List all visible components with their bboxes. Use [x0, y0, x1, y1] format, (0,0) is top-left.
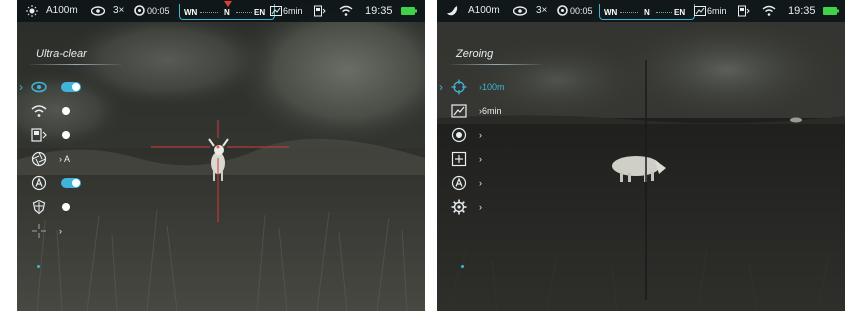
- aperture-value-text: A: [64, 154, 71, 164]
- a-circle-icon: [31, 175, 47, 191]
- display-icon: [738, 5, 750, 17]
- compass: WN N EN: [599, 4, 695, 20]
- zoom-readout: 3×: [536, 5, 548, 16]
- clock-readout: 19:35: [365, 5, 393, 17]
- compass-marker: [224, 1, 232, 7]
- range-readout: A100m: [468, 5, 500, 16]
- selection-arrow-icon: ›: [439, 80, 443, 94]
- aperture-icon: [31, 151, 47, 167]
- menu-item-reticle-style[interactable]: ›: [437, 125, 557, 145]
- gear-icon: [451, 199, 467, 215]
- dot-circle-icon: [451, 127, 467, 143]
- menu-item-settings[interactable]: ›: [437, 197, 557, 217]
- picture-icon: [451, 103, 467, 119]
- recording-icon: [270, 6, 282, 16]
- menu-title: Zeroing: [456, 48, 494, 60]
- menu-item-auto[interactable]: ›: [437, 173, 557, 193]
- crosshair-icon: [31, 223, 47, 239]
- compass-label-n: N: [224, 8, 230, 17]
- display-toggle[interactable]: [61, 130, 81, 140]
- wifi-icon: [762, 5, 776, 16]
- menu-item-reticle[interactable]: ›: [17, 221, 137, 241]
- page-indicator: [37, 265, 40, 268]
- eye-icon: [31, 79, 47, 95]
- reticle-value: ›: [59, 226, 62, 236]
- menu-item-recording-length[interactable]: ›6min: [437, 101, 557, 121]
- battery-icon: [823, 7, 839, 15]
- plus-square-icon: [451, 151, 467, 167]
- recording-length-value: ›6min: [479, 106, 502, 116]
- recording-icon: [694, 6, 706, 16]
- add-profile-value: ›: [479, 154, 482, 164]
- eye-icon: [91, 6, 105, 16]
- menu-title-divider: [450, 64, 542, 65]
- menu-title-divider: [30, 64, 122, 65]
- auto-toggle[interactable]: [61, 178, 81, 188]
- thermal-view-right: A100m 3× 00:05 WN N EN 6min 19:35 Zeroin…: [437, 0, 845, 311]
- timer-readout: 00:05: [570, 6, 593, 16]
- wifi-icon: [339, 5, 353, 16]
- shield-icon: [31, 199, 47, 215]
- status-bar: A100m 3× 00:05 WN N EN 6min 19:35: [437, 0, 845, 22]
- settings-value: ›: [479, 202, 482, 212]
- menu-item-shield[interactable]: [17, 197, 137, 217]
- display-icon: [314, 5, 326, 17]
- compass-label-wn: WN: [604, 8, 618, 17]
- menu-item-aperture[interactable]: › A: [17, 149, 137, 169]
- compass-label-en: EN: [254, 8, 266, 17]
- crosshair-target-icon: [451, 79, 467, 95]
- menu-item-add-profile[interactable]: ›: [437, 149, 557, 169]
- menu-item-auto[interactable]: [17, 173, 137, 193]
- menu-item-wifi[interactable]: [17, 101, 137, 121]
- timer-readout: 00:05: [147, 6, 170, 16]
- wifi-toggle[interactable]: [61, 106, 81, 116]
- timer-icon: [134, 5, 145, 16]
- status-bar: A100m 3× 00:05 WN N EN 6min 19:35: [17, 0, 425, 22]
- display-icon: [31, 127, 47, 143]
- compass: WN N EN: [179, 1, 275, 20]
- recording-readout: 6min: [283, 6, 303, 16]
- range-readout: A100m: [46, 5, 78, 16]
- zero-distance-value-text: 100m: [482, 82, 505, 92]
- recording-readout: 6min: [707, 6, 727, 16]
- menu-item-ultra-clear[interactable]: ›: [17, 77, 137, 97]
- a-circle-icon: [451, 175, 467, 191]
- zoom-readout: 3×: [113, 5, 125, 16]
- menu-item-display[interactable]: [17, 125, 137, 145]
- zero-distance-value: ›100m: [479, 82, 505, 92]
- selection-arrow-icon: ›: [19, 80, 23, 94]
- timer-icon: [557, 5, 568, 16]
- aperture-value: › A: [59, 154, 71, 164]
- eye-icon: [513, 6, 527, 16]
- ultra-clear-toggle[interactable]: [61, 82, 81, 92]
- compass-label-n: N: [644, 8, 650, 17]
- compass-label-wn: WN: [184, 8, 198, 17]
- recording-length-value-text: 6min: [482, 106, 502, 116]
- menu-title: Ultra-clear: [36, 48, 87, 60]
- reticle-style-value: ›: [479, 130, 482, 140]
- thermal-view-left: A100m 3× 00:05 WN N EN 6min 19:35 Ultra-…: [17, 0, 425, 311]
- auto-value: ›: [479, 178, 482, 188]
- compass-label-en: EN: [674, 8, 686, 17]
- clock-readout: 19:35: [788, 5, 816, 17]
- moon-icon: [447, 6, 458, 16]
- shield-toggle[interactable]: [61, 202, 81, 212]
- sun-icon: [26, 5, 38, 17]
- wifi-icon: [31, 103, 47, 119]
- battery-icon: [401, 7, 417, 15]
- menu-item-zero-distance[interactable]: › ›100m: [437, 77, 557, 97]
- page-indicator: [461, 265, 464, 268]
